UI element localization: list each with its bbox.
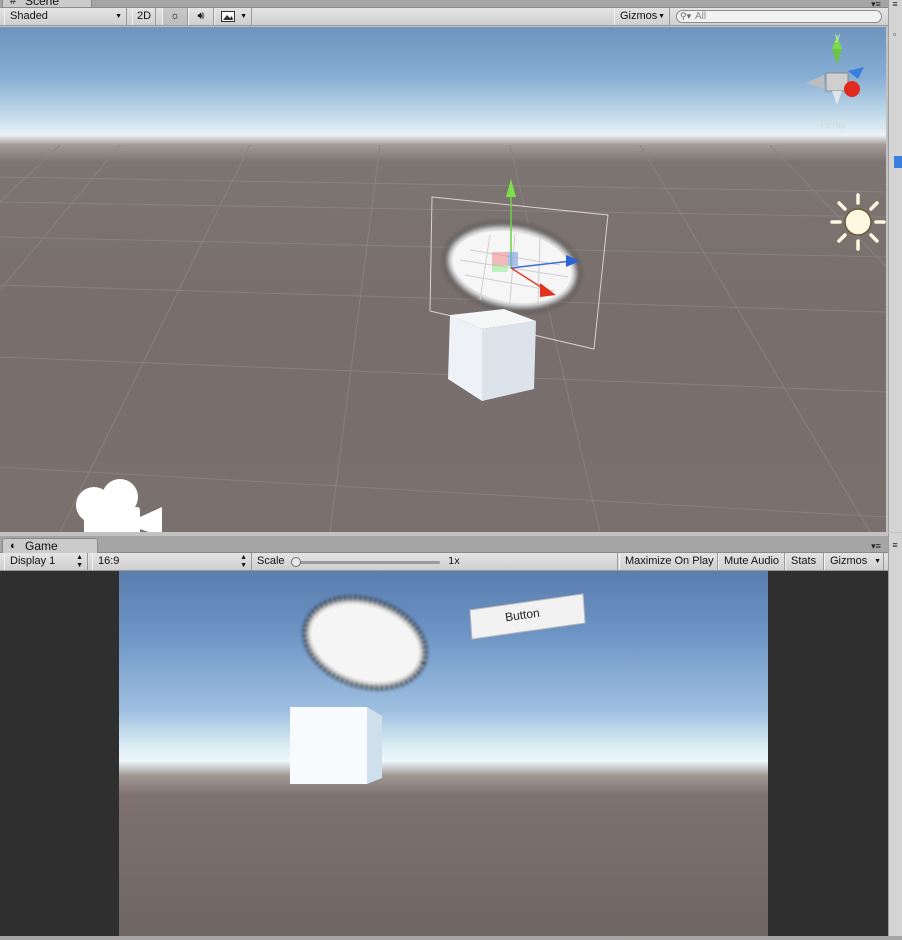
game-panel-menu-icon[interactable]: ▾≡	[868, 542, 884, 551]
search-icon: ⚲▾	[680, 11, 692, 21]
display-dropdown[interactable]: Display 1 ▲ ▼	[4, 553, 88, 570]
scale-slider-knob[interactable]	[291, 557, 301, 567]
scene-orientation-gizmo[interactable]: y Persp	[806, 32, 872, 131]
world-ui-button[interactable]: Button	[469, 593, 587, 644]
game-gizmos-dropdown[interactable]: Gizmos ▼	[824, 553, 884, 570]
scene-viewport[interactable]: y Persp	[0, 27, 886, 532]
chevron-down-icon: ▼	[115, 13, 122, 20]
scale-value: 1x	[448, 556, 461, 567]
stats-label: Stats	[791, 555, 817, 567]
chevron-down-icon: ▼	[240, 13, 247, 20]
particle-sprite	[302, 595, 428, 691]
camera-icon[interactable]	[74, 475, 166, 532]
2d-mode-toggle[interactable]: 2D	[132, 8, 156, 25]
chevron-down-icon: ▼	[658, 13, 665, 20]
game-tab-label: Game	[25, 539, 58, 553]
tab-game[interactable]: ◐ Game	[2, 538, 98, 554]
directional-light-icon[interactable]	[830, 193, 886, 251]
display-label: Display 1	[10, 555, 56, 567]
y-axis-handle[interactable]	[506, 179, 516, 197]
panel-restore-icon[interactable]: ▫	[893, 30, 896, 39]
x-axis-handle[interactable]	[540, 283, 556, 297]
cube-object	[290, 707, 382, 784]
scene-panel-menu-icon[interactable]: ▾≡	[868, 0, 884, 9]
maximize-on-play-toggle[interactable]: Maximize On Play	[619, 553, 718, 570]
game-tab-bar: ◐ Game ▾≡	[0, 536, 888, 554]
updown-arrows-icon: ▲ ▼	[76, 554, 83, 569]
aspect-dropdown[interactable]: 16:9 ▲ ▼	[92, 553, 252, 570]
panel-menu-icon[interactable]: ≡	[887, 541, 902, 550]
scene-search-placeholder: All	[695, 11, 707, 22]
projection-label[interactable]: Persp	[820, 120, 846, 131]
image-icon	[221, 11, 235, 22]
scene-audio-toggle[interactable]: 🔊︎	[188, 8, 214, 25]
mute-audio-label: Mute Audio	[724, 555, 780, 567]
game-viewport-letterbox	[0, 571, 888, 940]
scene-search-input[interactable]: ⚲▾ All	[676, 10, 882, 23]
scene-lighting-toggle[interactable]: ☼	[162, 8, 188, 25]
bottom-status-strip	[0, 936, 902, 940]
move-gizmo[interactable]	[486, 175, 586, 305]
game-gizmos-label: Gizmos	[830, 555, 868, 567]
maximize-on-play-label: Maximize On Play	[625, 555, 714, 567]
panel-menu-icon[interactable]: ≡	[887, 0, 902, 9]
scale-slider[interactable]	[291, 557, 440, 567]
aspect-label: 16:9	[98, 555, 120, 567]
axis-cone-icon	[806, 35, 864, 105]
game-viewport[interactable]	[119, 571, 768, 937]
cube-object[interactable]	[446, 307, 540, 403]
shading-mode-dropdown[interactable]: Shaded ▼	[4, 8, 127, 25]
updown-arrows-icon: ▲ ▼	[240, 554, 247, 569]
speaker-icon: 🔊︎	[197, 10, 205, 22]
scene-tab-bar: # Scene	[0, 0, 888, 8]
scene-tab-label: Scene	[25, 0, 60, 8]
shading-mode-label: Shaded	[10, 10, 48, 22]
scene-scrollbar[interactable]: ≡ ▫	[888, 0, 902, 532]
sun-icon: ☼	[169, 10, 181, 22]
scene-gizmos-label: Gizmos	[620, 10, 658, 22]
mute-audio-toggle[interactable]: Mute Audio	[718, 553, 785, 570]
scene-gizmos-dropdown[interactable]: Gizmos ▼	[614, 8, 670, 25]
game-panel: ◐ Game ▾≡ Display 1 ▲ ▼ 16:9 ▲ ▼ Scale 1x …	[0, 533, 888, 940]
scene-effects-dropdown[interactable]: ▼	[214, 8, 252, 25]
scene-panel: # Scene ▾≡ Shaded ▼ 2D ☼ 🔊︎ ▼ Gizmos ▼ ⚲…	[0, 0, 888, 532]
scene-toolbar: Shaded ▼ 2D ☼ 🔊︎ ▼ Gizmos ▼ ⚲▾ All	[0, 8, 888, 26]
scroll-thumb[interactable]	[894, 156, 902, 168]
y-axis-label: y	[835, 32, 840, 43]
game-scrollbar[interactable]: ≡	[888, 533, 902, 940]
scale-label: Scale	[257, 555, 285, 567]
2d-mode-label: 2D	[137, 10, 152, 22]
scene-grid-icon: #	[10, 0, 17, 7]
stats-toggle[interactable]: Stats	[785, 553, 824, 570]
tab-scene[interactable]: # Scene	[2, 0, 92, 8]
chevron-down-icon: ▼	[874, 558, 881, 565]
pacman-game-icon: ◐	[10, 540, 17, 552]
game-toolbar: Display 1 ▲ ▼ 16:9 ▲ ▼ Scale 1x Maximize O…	[0, 553, 888, 571]
z-axis-handle[interactable]	[566, 255, 580, 267]
